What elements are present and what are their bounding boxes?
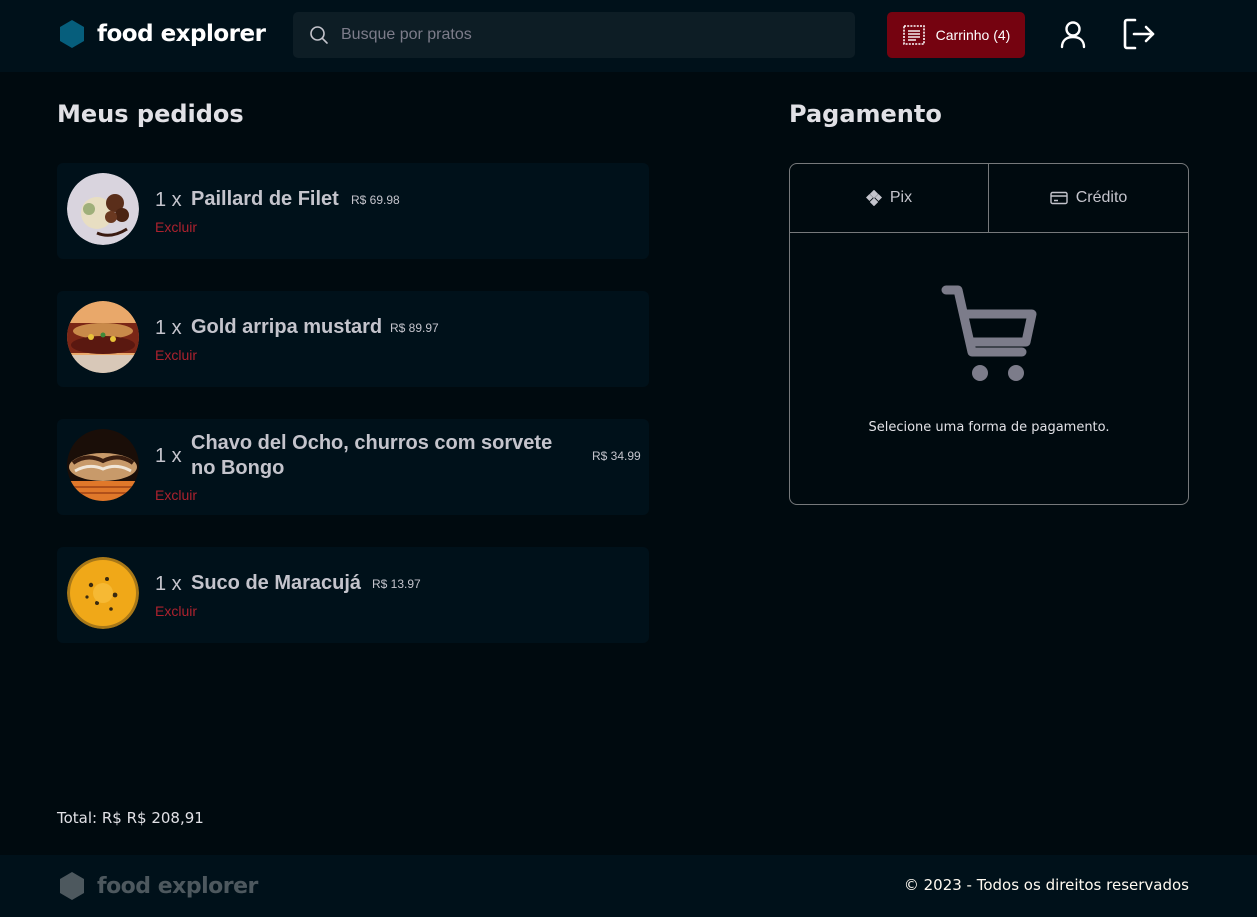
- item-name: Paillard de Filet: [191, 188, 339, 210]
- item-quantity: 1 x: [155, 573, 182, 595]
- receipt-icon: [902, 25, 925, 45]
- order-item: 1 x Gold arripa mustard R$ 89.97 Excluir: [57, 291, 649, 387]
- pix-icon: [865, 190, 882, 206]
- delete-item-link[interactable]: Excluir: [155, 603, 197, 619]
- item-price: R$ 89.97: [390, 321, 439, 335]
- tab-credit[interactable]: Crédito: [989, 164, 1188, 233]
- item-name: Suco de Maracujá: [191, 572, 362, 594]
- item-name: Chavo del Ocho, churros com sorvete no B…: [191, 432, 553, 479]
- search-input[interactable]: [341, 26, 821, 44]
- profile-button[interactable]: [1056, 17, 1090, 51]
- footer-logo: food explorer: [57, 871, 258, 901]
- payment-message: Selecione uma forma de pagamento.: [868, 420, 1110, 435]
- item-price: R$ 69.98: [351, 193, 400, 207]
- tab-pix[interactable]: Pix: [790, 164, 989, 233]
- copyright: © 2023 - Todos os direitos reservados: [903, 876, 1189, 894]
- header: food explorer Carrinho (4): [0, 0, 1257, 72]
- sign-out-button[interactable]: [1122, 17, 1156, 51]
- item-quantity: 1 x: [155, 189, 182, 211]
- logo[interactable]: food explorer: [57, 19, 266, 49]
- payment-title: Pagamento: [789, 100, 942, 128]
- cart-button-label: Carrinho (4): [935, 27, 1011, 43]
- delete-item-link[interactable]: Excluir: [155, 219, 197, 235]
- order-item: 1 x Chavo del Ocho, churros com sorvete …: [57, 419, 649, 515]
- dish-image: [67, 173, 139, 245]
- delete-item-link[interactable]: Excluir: [155, 487, 197, 503]
- tab-credit-label: Crédito: [1075, 189, 1128, 206]
- dish-image: [67, 429, 139, 501]
- dish-image: [67, 301, 139, 373]
- footer-logo-text: food explorer: [97, 873, 258, 899]
- dish-image: [67, 557, 139, 629]
- search-bar[interactable]: [293, 12, 855, 58]
- search-icon: [310, 26, 328, 44]
- order-item: 1 x Suco de Maracujá R$ 13.97 Excluir: [57, 547, 649, 643]
- tab-pix-label: Pix: [889, 189, 913, 206]
- hexagon-logo-icon: [60, 872, 84, 900]
- cart-button[interactable]: Carrinho (4): [887, 12, 1025, 58]
- item-quantity: 1 x: [155, 317, 182, 339]
- logo-text: food explorer: [97, 21, 266, 47]
- item-price: R$ 34.99: [592, 449, 641, 463]
- order-total: Total: R$ R$ 208,91: [57, 809, 204, 827]
- item-quantity: 1 x: [155, 445, 182, 467]
- hexagon-logo-icon: [60, 20, 84, 48]
- item-price: R$ 13.97: [372, 577, 421, 591]
- user-icon: [1060, 21, 1086, 49]
- item-name: Gold arripa mustard: [191, 316, 383, 338]
- payment-panel: Pix Crédito Selecione uma forma de pagam…: [789, 163, 1189, 505]
- credit-card-icon: [1050, 191, 1068, 205]
- sign-out-icon: [1123, 18, 1155, 50]
- orders-title: Meus pedidos: [57, 100, 244, 128]
- order-item: 1 x Paillard de Filet R$ 69.98 Excluir: [57, 163, 649, 259]
- cart-icon: [941, 285, 1037, 381]
- delete-item-link[interactable]: Excluir: [155, 347, 197, 363]
- footer: food explorer © 2023 - Todos os direitos…: [0, 855, 1257, 917]
